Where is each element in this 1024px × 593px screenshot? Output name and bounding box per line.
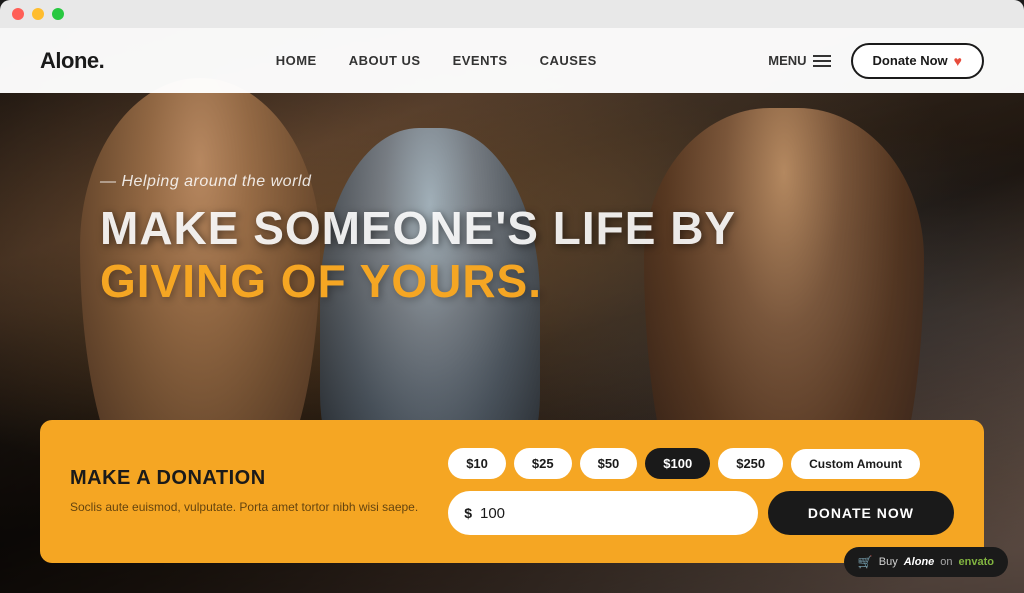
hero-title-line2: GIVING OF YOURS.: [100, 254, 1024, 309]
amount-input-wrap: $: [448, 491, 758, 535]
menu-button[interactable]: MENU: [768, 53, 830, 68]
donation-title: MAKE A DONATION: [70, 467, 418, 490]
menu-label: MENU: [768, 53, 806, 68]
site-logo[interactable]: Alone.: [40, 48, 104, 74]
nav-links: HOME ABOUT US EVENTS CAUSES: [276, 52, 597, 70]
envato-badge[interactable]: 🛒 Buy Alone on envato: [844, 547, 1008, 577]
nav-link-events[interactable]: EVENTS: [453, 53, 508, 68]
hero-content: Helping around the world MAKE SOMEONE'S …: [0, 93, 1024, 309]
buy-text: Buy: [879, 556, 898, 568]
product-name: Alone: [904, 556, 935, 568]
amount-button-100[interactable]: $100: [645, 448, 710, 479]
donation-input-row: $ DONATE NOW: [448, 491, 954, 535]
amount-button-custom[interactable]: Custom Amount: [791, 449, 920, 479]
nav-item-events[interactable]: EVENTS: [453, 52, 508, 70]
nav-link-causes[interactable]: CAUSES: [540, 53, 597, 68]
navbar: Alone. HOME ABOUT US EVENTS CAUSES MENU: [0, 28, 1024, 93]
amount-button-50[interactable]: $50: [580, 448, 638, 479]
minimize-button[interactable]: [32, 8, 44, 20]
platform-name: envato: [959, 556, 994, 568]
hero-title-line1: MAKE SOMEONE'S LIFE BY: [100, 203, 1024, 254]
heart-icon: ♥: [954, 53, 962, 69]
cart-icon: 🛒: [858, 555, 873, 569]
currency-symbol: $: [464, 505, 472, 521]
amount-button-250[interactable]: $250: [718, 448, 783, 479]
nav-item-about[interactable]: ABOUT US: [349, 52, 421, 70]
close-button[interactable]: [12, 8, 24, 20]
amount-button-10[interactable]: $10: [448, 448, 506, 479]
donate-now-button[interactable]: Donate Now ♥: [851, 43, 984, 79]
amount-buttons-row: $10 $25 $50 $100 $250 Custom Amount: [448, 448, 954, 479]
donation-info: MAKE A DONATION Soclis aute euismod, vul…: [70, 467, 418, 516]
nav-link-home[interactable]: HOME: [276, 53, 317, 68]
donation-panel: MAKE A DONATION Soclis aute euismod, vul…: [40, 420, 984, 563]
amount-button-25[interactable]: $25: [514, 448, 572, 479]
nav-right: MENU Donate Now ♥: [768, 43, 984, 79]
hero-subtitle: Helping around the world: [100, 173, 1024, 191]
on-text: on: [940, 556, 952, 568]
nav-item-home[interactable]: HOME: [276, 52, 317, 70]
donation-description: Soclis aute euismod, vulputate. Porta am…: [70, 498, 418, 516]
window-chrome: [0, 0, 1024, 28]
hamburger-icon: [813, 55, 831, 67]
donate-btn-label: Donate Now: [873, 53, 948, 68]
nav-item-causes[interactable]: CAUSES: [540, 52, 597, 70]
site-container: Alone. HOME ABOUT US EVENTS CAUSES MENU: [0, 28, 1024, 593]
amount-input[interactable]: [480, 505, 742, 522]
nav-link-about[interactable]: ABOUT US: [349, 53, 421, 68]
fullscreen-button[interactable]: [52, 8, 64, 20]
donation-controls: $10 $25 $50 $100 $250 Custom Amount $ DO…: [448, 448, 954, 535]
donate-now-submit-button[interactable]: DONATE NOW: [768, 491, 954, 535]
